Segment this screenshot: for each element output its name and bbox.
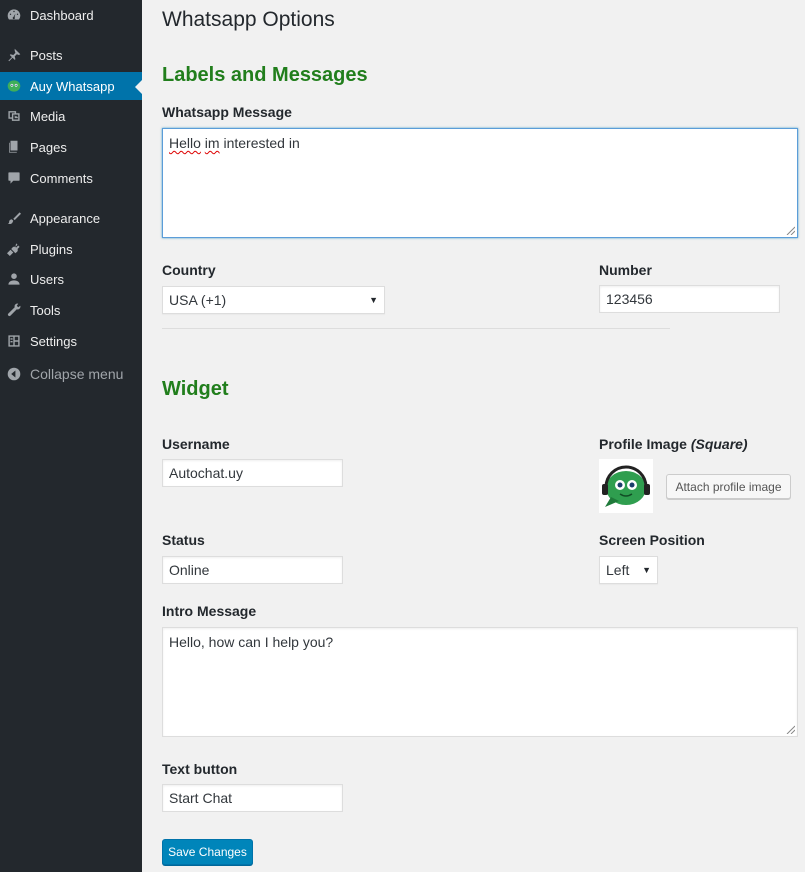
admin-sidebar: Dashboard Posts Auy Whatsapp Media Pages… xyxy=(0,0,142,872)
sidebar-item-tools[interactable]: Tools xyxy=(0,296,142,324)
collapse-menu-label: Collapse menu xyxy=(30,366,124,382)
dropdown-arrow-icon: ▼ xyxy=(369,295,378,305)
number-value: 123456 xyxy=(606,291,653,307)
sidebar-item-users[interactable]: Users xyxy=(0,265,142,293)
sidebar-item-label: Dashboard xyxy=(30,7,94,23)
sidebar-item-dashboard[interactable]: Dashboard xyxy=(0,1,142,29)
username-input[interactable]: Autochat.uy xyxy=(162,459,343,487)
sidebar-item-posts[interactable]: Posts xyxy=(0,41,142,69)
collapse-arrow-icon xyxy=(7,367,21,381)
sidebar-item-pages[interactable]: Pages xyxy=(0,133,142,161)
profile-image-note: (Square) xyxy=(690,436,748,452)
wrench-icon xyxy=(7,303,21,317)
pin-icon xyxy=(7,48,21,62)
country-select[interactable]: USA (+1) ▼ xyxy=(162,286,385,314)
sidebar-item-label: Posts xyxy=(30,47,63,63)
text-button-input[interactable]: Start Chat xyxy=(162,784,343,812)
sidebar-item-auy-whatsapp[interactable]: Auy Whatsapp xyxy=(0,72,142,100)
resize-handle-icon[interactable] xyxy=(786,725,795,734)
save-changes-button[interactable]: Save Changes xyxy=(162,839,253,865)
number-label: Number xyxy=(599,262,652,278)
collapse-menu-button[interactable]: Collapse menu xyxy=(0,360,142,388)
sidebar-item-label: Settings xyxy=(30,333,77,349)
sidebar-item-comments[interactable]: Comments xyxy=(0,164,142,192)
country-label: Country xyxy=(162,262,216,278)
resize-handle-icon[interactable] xyxy=(786,226,795,235)
misspelled-word: Hello xyxy=(169,135,201,151)
sidebar-item-label: Users xyxy=(30,271,64,287)
screen-position-selected-value: Left xyxy=(606,562,630,578)
text-button-value: Start Chat xyxy=(169,790,233,806)
section-divider xyxy=(162,328,670,329)
user-icon xyxy=(7,272,21,286)
screen-position-select[interactable]: Left ▼ xyxy=(599,556,658,584)
sidebar-item-label: Plugins xyxy=(30,241,73,257)
profile-image-label-text: Profile Image xyxy=(599,436,687,452)
status-label: Status xyxy=(162,532,205,548)
screen-position-label: Screen Position xyxy=(599,532,705,548)
intro-message-value: Hello, how can I help you? xyxy=(169,634,334,650)
sidebar-item-appearance[interactable]: Appearance xyxy=(0,204,142,232)
attach-profile-image-button[interactable]: Attach profile image xyxy=(666,474,791,499)
intro-message-label: Intro Message xyxy=(162,603,257,619)
text-button-label: Text button xyxy=(162,761,238,777)
chat-bot-icon xyxy=(7,79,21,93)
status-input[interactable]: Online xyxy=(162,556,343,584)
plugin-icon xyxy=(7,242,21,256)
sidebar-item-label: Comments xyxy=(30,170,93,186)
profile-image-label: Profile Image (Square) xyxy=(599,436,748,452)
section-title-labels: Labels and Messages xyxy=(162,64,368,86)
sidebar-item-plugins[interactable]: Plugins xyxy=(0,235,142,263)
message-text: interested in xyxy=(223,135,300,151)
section-title-widget: Widget xyxy=(162,378,229,400)
whatsapp-message-label: Whatsapp Message xyxy=(162,104,292,120)
intro-message-textarea[interactable]: Hello, how can I help you? xyxy=(162,627,798,737)
settings-icon xyxy=(7,334,21,348)
misspelled-word: im xyxy=(204,135,220,151)
sidebar-item-settings[interactable]: Settings xyxy=(0,327,142,355)
whatsapp-message-textarea[interactable]: Hello im interested in xyxy=(162,128,798,238)
number-input[interactable]: 123456 xyxy=(599,285,780,313)
username-value: Autochat.uy xyxy=(169,465,243,481)
brush-icon xyxy=(7,211,21,225)
dropdown-arrow-icon: ▼ xyxy=(642,565,651,575)
sidebar-item-label: Media xyxy=(30,108,66,124)
pages-icon xyxy=(7,140,21,154)
media-icon xyxy=(7,109,21,123)
sidebar-item-label: Auy Whatsapp xyxy=(30,78,115,94)
dashboard-icon xyxy=(7,8,21,22)
page-title: Whatsapp Options xyxy=(162,8,335,31)
sidebar-item-label: Appearance xyxy=(30,210,101,226)
username-label: Username xyxy=(162,436,230,452)
sidebar-item-label: Tools xyxy=(30,302,61,318)
comment-icon xyxy=(7,171,21,185)
chat-bot-avatar-icon xyxy=(602,465,650,507)
country-selected-value: USA (+1) xyxy=(169,292,227,308)
sidebar-item-label: Pages xyxy=(30,139,67,155)
profile-image-preview xyxy=(599,459,653,513)
status-value: Online xyxy=(169,562,210,578)
sidebar-item-media[interactable]: Media xyxy=(0,102,142,130)
